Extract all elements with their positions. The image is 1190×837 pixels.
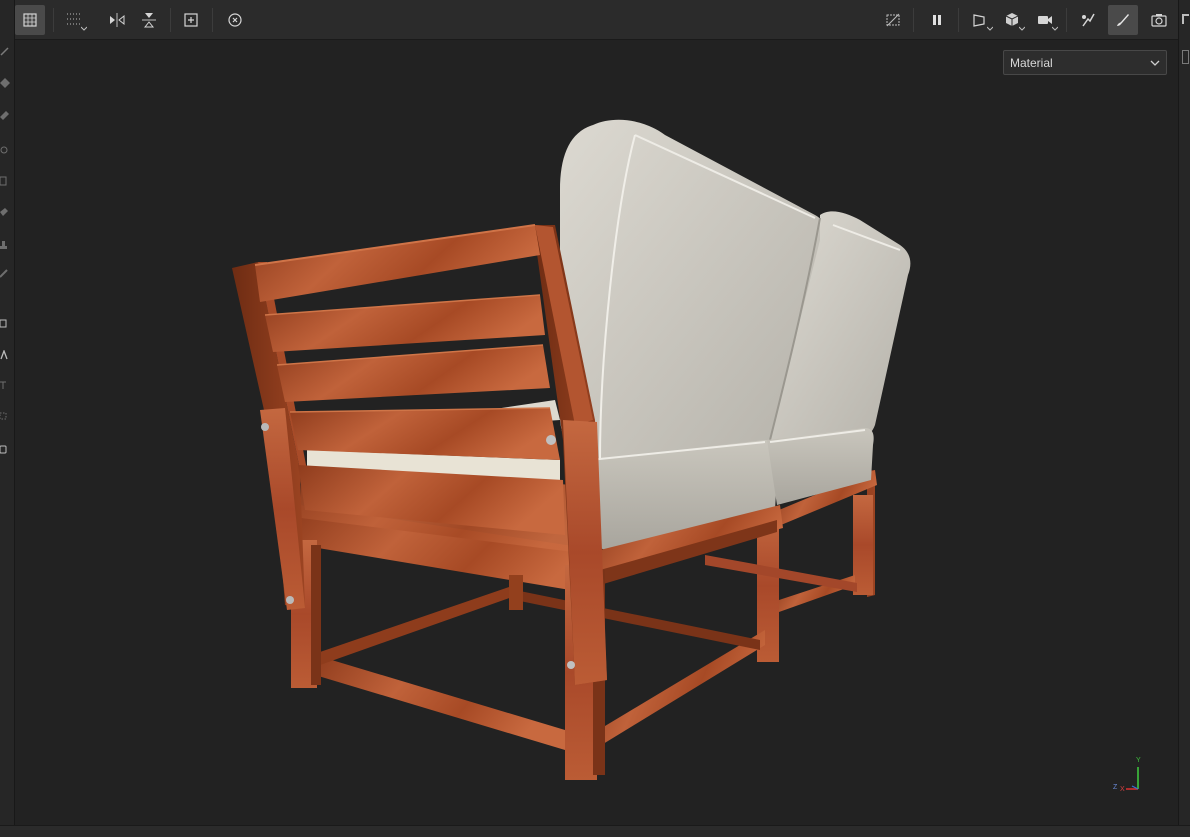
toolbar-separator bbox=[1066, 8, 1067, 32]
toolbar-separator bbox=[958, 8, 959, 32]
render-mode-select[interactable]: Material bbox=[1003, 50, 1167, 75]
hide-overlay-button[interactable] bbox=[878, 5, 908, 35]
bottom-panel-edge bbox=[0, 825, 1190, 837]
paint-brush-icon bbox=[1117, 14, 1129, 26]
render-mode-selected: Material bbox=[1010, 55, 1053, 70]
chevron-down-icon bbox=[1019, 26, 1025, 31]
paint-brush-button[interactable] bbox=[1108, 5, 1138, 35]
mirror-horizontal-icon bbox=[110, 13, 125, 27]
add-frame-button[interactable] bbox=[176, 5, 206, 35]
text-tool-icon[interactable] bbox=[0, 350, 10, 360]
rect-tool-icon[interactable] bbox=[0, 176, 10, 186]
axis-z-label: Z bbox=[1113, 784, 1118, 791]
right-panel-edge bbox=[1178, 0, 1190, 837]
chevron-down-icon bbox=[81, 26, 87, 31]
toolbar-separator bbox=[53, 8, 54, 32]
toolbar-separator bbox=[170, 8, 171, 32]
mirror-vertical-button[interactable] bbox=[134, 5, 164, 35]
bucket-tool-icon[interactable] bbox=[0, 444, 10, 454]
sofa-3d-model bbox=[232, 119, 911, 780]
select-grid-icon bbox=[23, 13, 37, 27]
3d-viewport[interactable]: Material Y Z X bbox=[15, 40, 1178, 825]
chevron-down-icon bbox=[1150, 60, 1160, 66]
pause-icon bbox=[933, 15, 941, 25]
eraser-tool-icon[interactable] bbox=[0, 110, 10, 120]
fill-tool-icon[interactable] bbox=[0, 78, 10, 88]
layer-tool-icon[interactable] bbox=[0, 319, 10, 329]
perspective-dropdown-button[interactable] bbox=[965, 5, 995, 35]
grid-dropdown-button[interactable] bbox=[59, 5, 89, 35]
left-tool-strip bbox=[0, 0, 15, 837]
cube-dropdown-button[interactable] bbox=[997, 5, 1027, 35]
measure-tool-icon[interactable] bbox=[0, 380, 10, 390]
mirror-vertical-icon bbox=[142, 13, 156, 28]
viewport-toolbar bbox=[15, 0, 1178, 40]
add-frame-icon bbox=[184, 13, 198, 27]
stamp-tool-icon[interactable] bbox=[0, 240, 10, 250]
reset-view-icon bbox=[228, 13, 242, 27]
toolbar-separator bbox=[913, 8, 914, 32]
chevron-down-icon bbox=[1052, 26, 1058, 31]
smudge-tool-icon[interactable] bbox=[0, 207, 10, 217]
screenshot-camera-icon bbox=[1151, 14, 1167, 27]
screenshot-button[interactable] bbox=[1144, 5, 1174, 35]
axis-x-label: X bbox=[1120, 786, 1125, 793]
lighting-icon bbox=[1082, 13, 1095, 27]
picker-tool-icon[interactable] bbox=[0, 268, 10, 278]
panel-tab-icon[interactable] bbox=[1182, 14, 1189, 24]
clone-tool-icon[interactable] bbox=[0, 145, 10, 155]
hide-overlay-icon bbox=[886, 13, 900, 27]
lighting-button[interactable] bbox=[1073, 5, 1103, 35]
axis-gizmo: Y Z X bbox=[1110, 755, 1150, 795]
toolbar-separator bbox=[212, 8, 213, 32]
lasso-tool-icon[interactable] bbox=[0, 412, 10, 422]
panel-item-icon[interactable] bbox=[1182, 50, 1189, 64]
axis-y-label: Y bbox=[1136, 757, 1141, 764]
brush-tool-icon[interactable] bbox=[0, 46, 10, 56]
mirror-horizontal-button[interactable] bbox=[102, 5, 132, 35]
reset-view-button[interactable] bbox=[220, 5, 250, 35]
camera-dropdown-button[interactable] bbox=[1030, 5, 1060, 35]
chevron-down-icon bbox=[987, 26, 993, 31]
pause-button[interactable] bbox=[922, 5, 952, 35]
select-grid-button[interactable] bbox=[15, 5, 45, 35]
